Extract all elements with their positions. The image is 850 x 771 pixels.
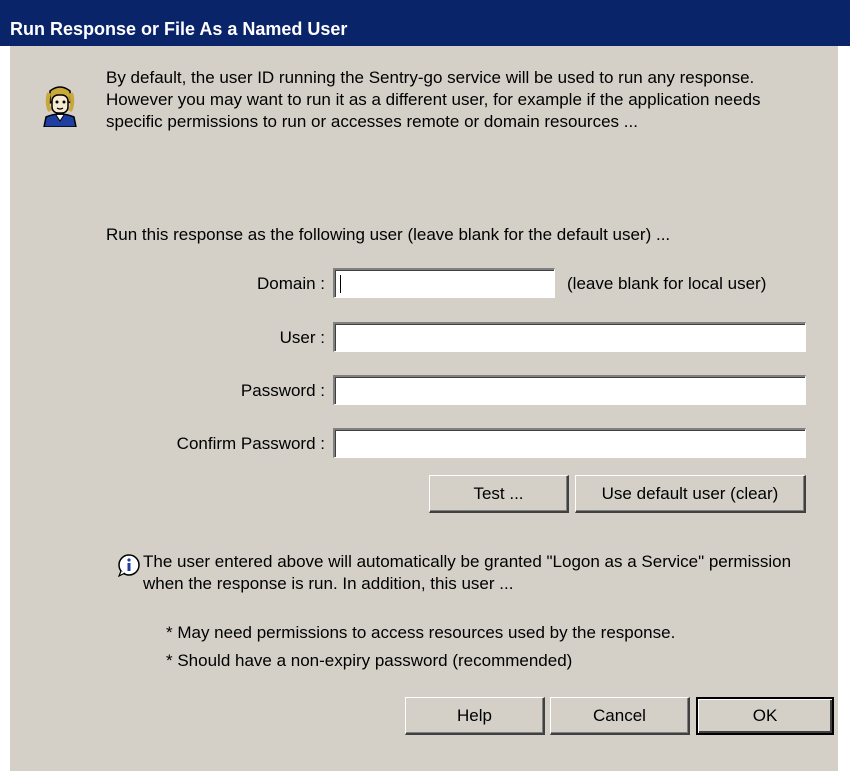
window-title: Run Response or File As a Named User [10,19,348,39]
bullet-item: * Should have a non-expiry password (rec… [166,651,573,670]
dialog-window: Run Response or File As a Named User By … [0,0,850,771]
user-label: User : [279,328,325,347]
confirm-password-field[interactable] [333,428,806,458]
use-default-user-button[interactable]: Use default user (clear) [575,475,806,513]
domain-label: Domain : [256,274,325,293]
user-icon [43,86,77,127]
user-input[interactable] [335,324,805,351]
domain-field[interactable] [333,268,555,298]
password-label: Password : [240,381,325,400]
password-field[interactable] [333,375,806,405]
domain-hint: (leave blank for local user) [567,274,767,293]
note-text: The user entered above will automaticall… [143,552,792,593]
title-bar[interactable]: Run Response or File As a Named User [0,0,850,46]
confirm-password-input[interactable] [335,430,805,457]
user-field[interactable] [333,322,806,352]
help-button[interactable]: Help [405,697,545,735]
intro-text: By default, the user ID running the Sent… [106,68,761,131]
text-caret [340,275,341,293]
confirm-password-label: Confirm Password : [176,434,325,453]
cancel-button[interactable]: Cancel [550,697,690,735]
password-input[interactable] [335,377,805,404]
instruction-text: Run this response as the following user … [106,225,671,244]
domain-input[interactable] [335,270,554,297]
info-icon [117,554,140,577]
ok-button[interactable]: OK [696,697,834,735]
bullet-item: * May need permissions to access resourc… [166,623,676,642]
test-button[interactable]: Test ... [429,475,569,513]
